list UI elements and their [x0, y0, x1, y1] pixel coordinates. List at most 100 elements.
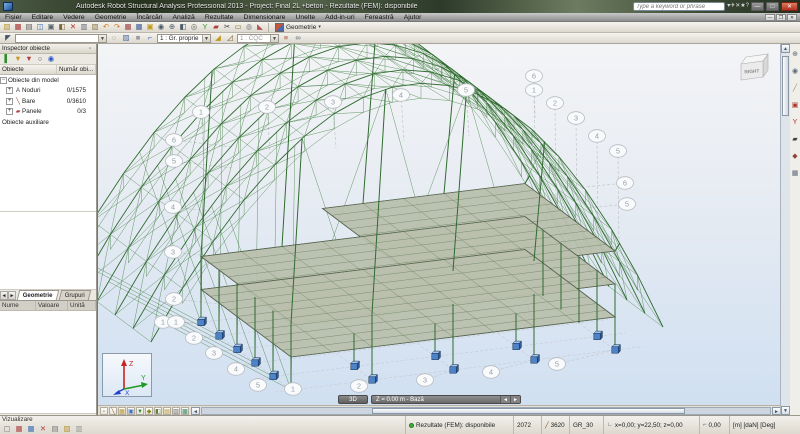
- sections-display-icon[interactable]: ◆: [145, 407, 153, 415]
- units-field[interactable]: [m] [daN] [Deg]: [729, 416, 800, 434]
- level-selector[interactable]: Z = 0.00 m - Bază ◄ ►: [371, 395, 521, 404]
- new-view-icon[interactable]: ▢: [2, 424, 12, 434]
- view-rotate-icon[interactable]: ◎: [189, 22, 199, 32]
- section-y-icon[interactable]: Y: [200, 22, 210, 32]
- support-cube[interactable]: [594, 331, 603, 340]
- vertical-scrollbar[interactable]: ▲ ▼: [780, 44, 790, 415]
- menu-geometrie[interactable]: Geometrie: [90, 13, 132, 22]
- column-numar[interactable]: Număr obi...: [57, 65, 96, 74]
- tree-row[interactable]: +▰Panele0/3: [0, 107, 96, 118]
- settings-icon[interactable]: ◍: [244, 22, 254, 32]
- cut-icon[interactable]: ✂: [222, 22, 232, 32]
- undo-icon[interactable]: ↶: [101, 22, 111, 32]
- panels-display-icon[interactable]: ▦: [118, 407, 126, 415]
- model-viewport[interactable]: 12345612345656543211234512345RIGHT Z Y X…: [97, 44, 780, 415]
- save-icon[interactable]: ▦: [13, 22, 23, 32]
- release-icon[interactable]: ◿: [225, 33, 235, 43]
- scroll-up-icon[interactable]: ▲: [781, 44, 790, 53]
- column-unitati[interactable]: Unită: [68, 301, 96, 310]
- help-search-input[interactable]: [633, 2, 725, 11]
- colors-display-icon[interactable]: ▤: [163, 407, 171, 415]
- results-table-icon[interactable]: ▦: [134, 22, 144, 32]
- inspector-close-icon[interactable]: ▫: [86, 46, 94, 52]
- level-ruler-icon[interactable]: ⌐: [145, 33, 155, 43]
- screen-capture-icon[interactable]: ▣: [46, 22, 56, 32]
- menu-rezultate[interactable]: Rezultate: [200, 13, 239, 22]
- zoom-icon[interactable]: ◉: [156, 22, 166, 32]
- filter-icon[interactable]: ▼: [13, 54, 23, 64]
- maximize-button[interactable]: □: [766, 2, 779, 11]
- support-cube[interactable]: [216, 331, 225, 340]
- print-view-icon[interactable]: ▤: [50, 424, 60, 434]
- tab-scroll-right-icon[interactable]: ►: [8, 291, 16, 300]
- shade-view-icon[interactable]: ■: [133, 33, 143, 43]
- results-status[interactable]: Rezultate (FEM): disponibile: [405, 416, 513, 434]
- redo-icon[interactable]: ↷: [112, 22, 122, 32]
- support-cube[interactable]: [234, 344, 243, 353]
- mdi-restore-button[interactable]: ❐: [776, 14, 786, 21]
- zoom-window-icon[interactable]: ◧: [178, 22, 188, 32]
- check-view-icon[interactable]: ▦: [14, 424, 24, 434]
- view-3d-button[interactable]: 3D: [338, 395, 368, 404]
- support-cube[interactable]: [450, 365, 459, 374]
- load-case-combo[interactable]: 1 : Gr. proprie ▼: [157, 34, 211, 43]
- folder-view-icon[interactable]: ▨: [62, 424, 72, 434]
- support-cube[interactable]: [531, 355, 540, 364]
- menu-vedere[interactable]: Vedere: [58, 13, 90, 22]
- menu-addinuri[interactable]: Add-in-uri: [320, 13, 359, 22]
- render-view-icon[interactable]: ▨: [121, 33, 131, 43]
- support-cube[interactable]: [351, 361, 360, 370]
- mdi-close-button[interactable]: ✕: [787, 14, 797, 21]
- support-cube[interactable]: [432, 351, 441, 360]
- close-view-icon[interactable]: ✕: [38, 424, 48, 434]
- print-preview-icon[interactable]: ◫: [35, 22, 45, 32]
- copy-icon[interactable]: ▥: [79, 22, 89, 32]
- mdi-minimize-button[interactable]: —: [765, 14, 775, 21]
- tab-scroll-left-icon[interactable]: ◄: [0, 291, 8, 300]
- filter-clear-icon[interactable]: ▼: [24, 54, 34, 64]
- print-icon[interactable]: ▤: [24, 22, 34, 32]
- pen-icon[interactable]: ▰: [791, 135, 800, 144]
- tree-row[interactable]: Obiecte auxiliare: [0, 117, 96, 128]
- lock-icon[interactable]: ▣: [145, 22, 155, 32]
- attributes-display-icon[interactable]: ▩: [181, 407, 189, 415]
- column-nume[interactable]: Nume: [0, 301, 36, 310]
- measure-icon[interactable]: ╱: [791, 84, 800, 93]
- support-cube[interactable]: [612, 345, 621, 354]
- tree-row[interactable]: +ANoduri0/1575: [0, 86, 96, 97]
- zoom-tool-icon[interactable]: ◉: [791, 67, 800, 76]
- supports-display-icon[interactable]: ▣: [127, 407, 135, 415]
- wrench-icon[interactable]: ◣: [255, 22, 265, 32]
- nodes-display-icon[interactable]: ▫: [100, 407, 108, 415]
- link-icon[interactable]: ∞: [293, 33, 303, 43]
- zoom-in-icon[interactable]: ⊕: [167, 22, 177, 32]
- minimize-button[interactable]: —: [751, 2, 764, 11]
- scroll-down-icon[interactable]: ▼: [781, 406, 790, 415]
- menu-editare[interactable]: Editare: [27, 13, 59, 22]
- open-project-icon[interactable]: ▨: [2, 22, 12, 32]
- copy-view-icon[interactable]: ▥: [74, 424, 84, 434]
- edit-structure-icon[interactable]: ▰: [211, 22, 221, 32]
- tree-row[interactable]: +╲Bare0/3610: [0, 96, 96, 107]
- menu-fiier[interactable]: Fișier: [0, 13, 27, 22]
- symbols-display-icon[interactable]: ▥: [172, 407, 180, 415]
- pan-hand-icon[interactable]: ◌: [109, 33, 119, 43]
- display-grid-icon[interactable]: ▦: [791, 169, 800, 178]
- structure-3d-view[interactable]: 12345612345656543211234512345RIGHT: [98, 44, 780, 415]
- support-cube[interactable]: [252, 358, 261, 367]
- menu-unelte[interactable]: Unelte: [290, 13, 320, 22]
- menu-dimensionare[interactable]: Dimensionare: [239, 13, 291, 22]
- pause-filter-icon[interactable]: ▌: [2, 54, 12, 64]
- horizontal-scrollbar[interactable]: [201, 407, 771, 415]
- selection-combo[interactable]: ▼: [15, 34, 107, 43]
- branch-select-icon[interactable]: Y: [791, 118, 800, 127]
- tab-grupuri[interactable]: Grupuri: [58, 290, 91, 300]
- tree-row[interactable]: −Obiecte din model: [0, 75, 96, 86]
- bars-display-icon[interactable]: ╲: [109, 407, 117, 415]
- support-icon[interactable]: ◢: [213, 33, 223, 43]
- support-cube[interactable]: [270, 371, 279, 380]
- notes-icon[interactable]: ▭: [233, 22, 243, 32]
- geometry-layout-button[interactable]: Geometrie ▾: [272, 22, 324, 32]
- close-button[interactable]: ✕: [781, 2, 798, 11]
- select-cursor-icon[interactable]: ◤: [3, 33, 13, 43]
